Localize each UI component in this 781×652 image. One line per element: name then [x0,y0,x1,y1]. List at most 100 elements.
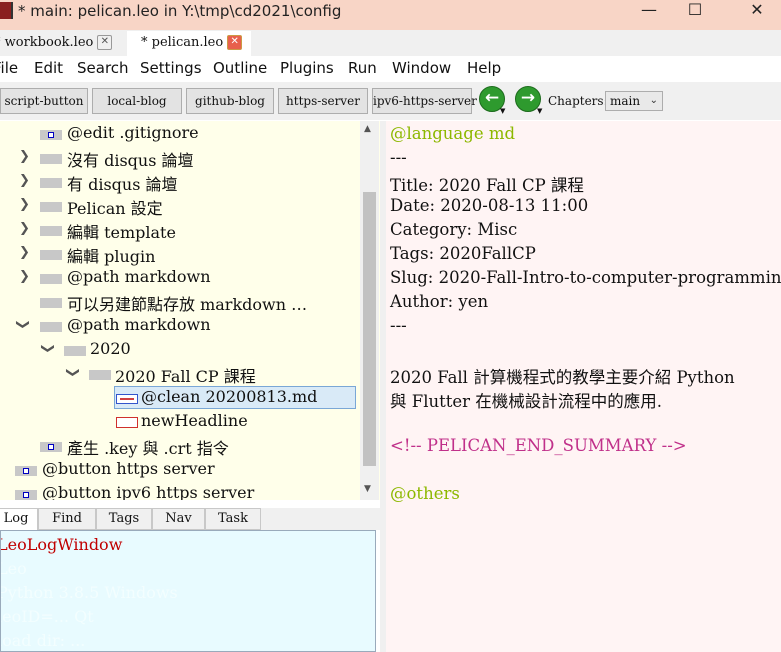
menu-settings[interactable]: Settings [140,59,202,77]
menu-plugins[interactable]: Plugins [280,59,334,77]
chevron-down-icon: ⌄ [649,95,658,106]
tab-pelican-label: * pelican.leo [141,35,224,50]
body-line: 2020 Fall 計算機程式的教學主要介紹 Python [390,368,735,387]
node-icon [89,370,111,380]
menu-run[interactable]: Run [348,59,377,77]
chevron-down-icon[interactable]: ❯ [15,319,30,330]
scroll-up-icon[interactable]: ▲ [364,124,371,134]
back-dropdown-icon[interactable]: ▼ [500,107,505,115]
ipv6-https-server-button[interactable]: ipv6-https-server [372,88,477,114]
local-blog-button[interactable]: local-blog [92,88,182,114]
node-icon [40,226,62,236]
tab-log[interactable]: Log [0,508,38,530]
body-comment-line: <!-- PELICAN_END_SUMMARY --> [390,436,687,455]
leo-app-icon [0,2,13,19]
window-title: * main: pelican.leo in Y:\tmp\cd2021\con… [18,2,342,20]
chevron-right-icon[interactable]: ❯ [19,173,30,188]
script-button[interactable]: script-button [0,88,88,114]
node-icon [15,490,37,500]
body-line: Date: 2020-08-13 11:00 [390,196,589,215]
chevron-down-icon[interactable]: ❯ [40,343,55,354]
maximize-button[interactable]: ☐ [672,0,718,22]
menu-window[interactable]: Window [392,59,451,77]
tab-find[interactable]: Find [38,508,96,530]
body-directive-line: @others [390,484,460,503]
outline-node[interactable]: ❯ 2020 [0,338,360,362]
tab-workbook[interactable]: * workbook.leo ✕ [0,31,120,56]
body-line: Author: yen [390,292,489,311]
node-icon [64,346,86,356]
outline-node[interactable]: @button ipv6 https server [0,482,360,500]
outline-node[interactable]: @edit .gitignore [0,122,360,146]
chevron-right-icon[interactable]: ❯ [19,197,30,212]
body-line: --- [390,316,407,335]
outline-scrollbar-thumb[interactable] [363,192,376,466]
outline-node[interactable]: ❯ @path markdown [0,314,360,338]
outline-node-label: @path markdown [67,267,211,286]
chevron-right-icon[interactable]: ❯ [19,149,30,164]
outline-node-label: 有 disqus 論壇 [67,175,178,194]
body-line: Category: Misc [390,220,518,239]
menu-search[interactable]: Search [77,59,129,77]
menu-file[interactable]: File [0,59,18,77]
outline-node[interactable]: ❯ @path markdown [0,266,360,290]
log-line: load dir: ... [0,631,86,650]
body-editor[interactable]: @language md --- Title: 2020 Fall CP 課程 … [386,121,781,652]
outline-node[interactable]: ❯ 編輯 plugin [0,242,360,266]
chevron-right-icon[interactable]: ❯ [19,221,30,236]
tab-workbook-label: * workbook.leo [0,35,94,50]
body-line: Tags: 2020FallCP [390,244,536,263]
chapters-select-value: main [610,94,641,108]
outline-node-label: @edit .gitignore [67,123,199,142]
outline-node[interactable]: ❯ 2020 Fall CP 課程 [0,362,360,386]
outline-node[interactable]: ❯ 編輯 template [0,218,360,242]
outline-node[interactable]: ❯ 沒有 disqus 論壇 [0,146,360,170]
github-blog-button[interactable]: github-blog [186,88,274,114]
outline-node-label: 沒有 disqus 論壇 [67,151,194,170]
outline-node[interactable]: 可以另建節點存放 markdown … [0,290,360,314]
menu-bar: File Edit Search Settings Outline Plugin… [0,56,781,82]
outline-node-label: 編輯 template [67,223,176,242]
outline-node-label: 2020 [90,339,131,358]
log-line: Python 3.8.5 Windows [0,583,178,602]
log-line: leoID=... Qt [0,607,94,626]
outline-node-label: Pelican 設定 [67,199,163,218]
chevron-right-icon[interactable]: ❯ [19,269,30,284]
menu-help[interactable]: Help [467,59,501,77]
outline-node[interactable]: ❯ 有 disqus 論壇 [0,170,360,194]
outline-node[interactable]: newHeadline [0,410,360,434]
forward-dropdown-icon[interactable]: ▼ [537,107,542,115]
chevron-down-icon[interactable]: ❯ [65,367,80,378]
minimize-button[interactable]: — [626,0,672,22]
scroll-down-icon[interactable]: ▼ [364,484,371,494]
clean-node-icon [116,394,138,404]
log-line: LeoLogWindow [0,535,123,554]
outline-pane[interactable]: @edit .gitignore ❯ 沒有 disqus 論壇 ❯ 有 disq… [0,121,380,500]
outline-node[interactable]: 產生 .key 與 .crt 指令 [0,434,360,458]
tab-task[interactable]: Task [205,508,261,530]
node-icon [40,298,62,308]
log-pane[interactable]: LeoLogWindow Leo Python 3.8.5 Windows le… [0,530,376,652]
outline-node[interactable]: @button https server [0,458,360,482]
outline-node-label: 產生 .key 與 .crt 指令 [67,439,229,458]
chapters-select[interactable]: main ⌄ [605,91,663,111]
tab-nav[interactable]: Nav [152,508,205,530]
body-line: 與 Flutter 在機械設計流程中的應用. [390,392,663,411]
https-server-button[interactable]: https-server [278,88,368,114]
node-icon [40,274,62,284]
chevron-right-icon[interactable]: ❯ [19,245,30,260]
node-icon [40,178,62,188]
close-tab-icon[interactable]: ✕ [97,35,113,50]
close-window-button[interactable]: ✕ [734,0,780,22]
body-line: --- [390,148,407,167]
close-tab-icon[interactable]: ✕ [227,35,243,50]
outline-node[interactable]: ❯ Pelican 設定 [0,194,360,218]
tab-tags[interactable]: Tags [96,508,152,530]
outline-node-label: 編輯 plugin [67,247,156,266]
title-bar: * main: pelican.leo in Y:\tmp\cd2021\con… [0,0,781,30]
chapters-label: Chapters: [548,94,608,108]
tab-pelican[interactable]: * pelican.leo ✕ [127,31,251,56]
outline-node-selected[interactable]: @clean 20200813.md [0,386,360,410]
menu-edit[interactable]: Edit [34,59,63,77]
menu-outline[interactable]: Outline [213,59,267,77]
